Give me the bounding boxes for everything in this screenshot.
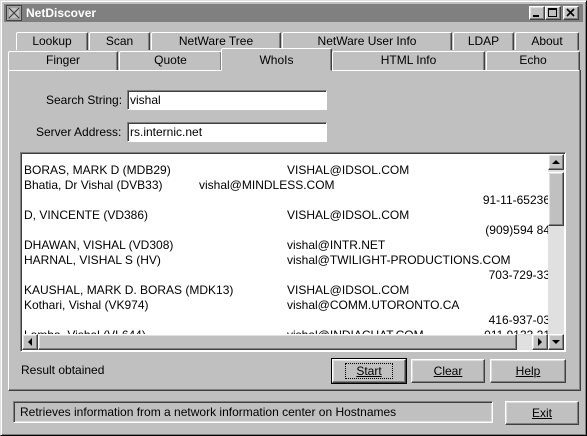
result-row: BORAS, MARK D (MDB29) VISHAL@IDSOL.COM [24, 163, 548, 178]
minimize-button[interactable] [529, 6, 545, 20]
result-phone: 416-937-03 [488, 313, 548, 327]
result-name: D, VINCENTE (VD386) [24, 208, 149, 222]
result-row: Bhatia, Dr Vishal (DVB33) vishal@MINDLESS… [24, 178, 548, 193]
tab-label: Scan [105, 34, 134, 48]
result-row: DHAWAN, VISHAL (VD308) vishal@INTR.NET [24, 238, 548, 253]
search-string-input[interactable]: vishal [127, 90, 327, 110]
tab-scan[interactable]: Scan [89, 32, 150, 50]
tab-ldap[interactable]: LDAP [453, 32, 514, 50]
result-email: vishal@INTR.NET [287, 238, 386, 252]
tab-label: WhoIs [259, 53, 294, 67]
server-address-label: Server Address: [36, 125, 122, 139]
result-name: KAUSHAL, MARK D. BORAS (MDK13) [24, 283, 234, 297]
result-phone: (909)594 84 [485, 223, 548, 237]
vertical-scrollbar[interactable] [548, 170, 564, 334]
result-row: HARNAL, VISHAL S (HV) vishal@TWILIGHT-PRO… [24, 253, 548, 268]
result-status-text: Result obtained [21, 363, 105, 377]
results-content: BORAS, MARK D (MDB29) VISHAL@IDSOL.COM Bha… [21, 153, 548, 334]
result-name: HARNAL, VISHAL S (HV) [24, 253, 161, 267]
result-name: DHAWAN, VISHAL (VD308) [24, 238, 174, 252]
start-button-label: Start [356, 364, 382, 378]
result-row: KAUSHAL, MARK D. BORAS (MDK13) VISHAL@IDS… [24, 283, 548, 298]
horizontal-scrollbar[interactable] [38, 334, 532, 350]
result-name: BORAS, MARK D (MDB29) [24, 163, 171, 177]
close-icon [564, 7, 578, 19]
result-row: 416-937-03 [24, 313, 548, 328]
tab-html-info[interactable]: HTML Info [332, 51, 485, 70]
result-email: VISHAL@IDSOL.COM [287, 283, 410, 297]
clear-button[interactable]: Clear [411, 359, 485, 383]
scroll-up-button[interactable] [548, 154, 564, 170]
tab-label: Echo [519, 53, 547, 67]
tab-label: NetWare User Info [317, 34, 417, 48]
exit-button-label: Exit [531, 406, 552, 420]
tab-label: Quote [154, 53, 187, 67]
server-address-input[interactable]: rs.internic.net [127, 122, 327, 142]
result-row: 91-11-65236 [24, 193, 548, 208]
tab-label: LDAP [467, 34, 500, 48]
arrow-up-icon [549, 155, 563, 169]
result-name: Kothari, Vishal (VK974) [24, 298, 149, 312]
tab-label: Finger [45, 53, 80, 67]
start-button[interactable]: Start [331, 358, 407, 384]
title-bar[interactable]: NetDiscover [4, 4, 583, 22]
result-email: VISHAL@IDSOL.COM [287, 208, 410, 222]
app-window: NetDiscover Lookup Scan NetWare Tree Net… [0, 0, 587, 436]
tab-finger[interactable]: Finger [8, 51, 118, 70]
status-bar: Retrieves information from a network inf… [13, 401, 493, 423]
result-email: vishal@COMM.UTORONTO.CA [287, 298, 460, 312]
result-phone: 703-729-33 [488, 268, 548, 282]
tab-label: Lookup [32, 34, 72, 48]
minimize-icon [530, 7, 544, 19]
tab-echo[interactable]: Echo [486, 51, 580, 70]
app-window-icon [6, 5, 22, 21]
help-button[interactable]: Help [490, 359, 566, 383]
result-phone: 91-11-65236 [482, 193, 548, 207]
arrow-right-icon [533, 335, 547, 349]
vertical-scroll-thumb[interactable] [548, 172, 564, 226]
search-string-label: Search String: [46, 93, 123, 107]
result-name: Bhatia, Dr Vishal (DVB33) [24, 178, 163, 192]
clear-button-label: Clear [433, 364, 463, 378]
horizontal-scroll-thumb[interactable] [38, 334, 517, 350]
arrow-left-icon [23, 335, 37, 349]
tab-quote[interactable]: Quote [119, 51, 222, 70]
window-title: NetDiscover [26, 6, 97, 20]
result-email: vishal@TWILIGHT-PRODUCTIONS.COM [287, 253, 511, 267]
scroll-left-button[interactable] [22, 334, 38, 350]
result-email: vishal@MINDLESS.COM [199, 178, 335, 192]
scroll-right-button[interactable] [532, 334, 548, 350]
result-row: D, VINCENTE (VD386) VISHAL@IDSOL.COM [24, 208, 548, 223]
exit-button[interactable]: Exit [505, 401, 579, 425]
result-row: Kothari, Vishal (VK974) vishal@COMM.UTORO… [24, 298, 548, 313]
tab-whois[interactable]: WhoIs [221, 48, 332, 71]
results-list[interactable]: BORAS, MARK D (MDB29) VISHAL@IDSOL.COM Bha… [20, 152, 566, 352]
result-email: VISHAL@IDSOL.COM [287, 163, 410, 177]
scroll-down-button[interactable] [548, 334, 564, 350]
result-row: 703-729-33 [24, 268, 548, 283]
tab-lookup[interactable]: Lookup [16, 32, 88, 50]
tab-label: HTML Info [380, 53, 437, 67]
result-row: (909)594 84 [24, 223, 548, 238]
tab-label: About [531, 34, 563, 48]
maximize-icon [546, 7, 560, 19]
help-button-label: Help [515, 364, 541, 378]
maximize-button[interactable] [545, 6, 561, 20]
close-button[interactable] [563, 6, 579, 20]
tab-about[interactable]: About [515, 32, 579, 50]
arrow-down-icon [549, 335, 563, 349]
tab-label: NetWare Tree [178, 34, 254, 48]
